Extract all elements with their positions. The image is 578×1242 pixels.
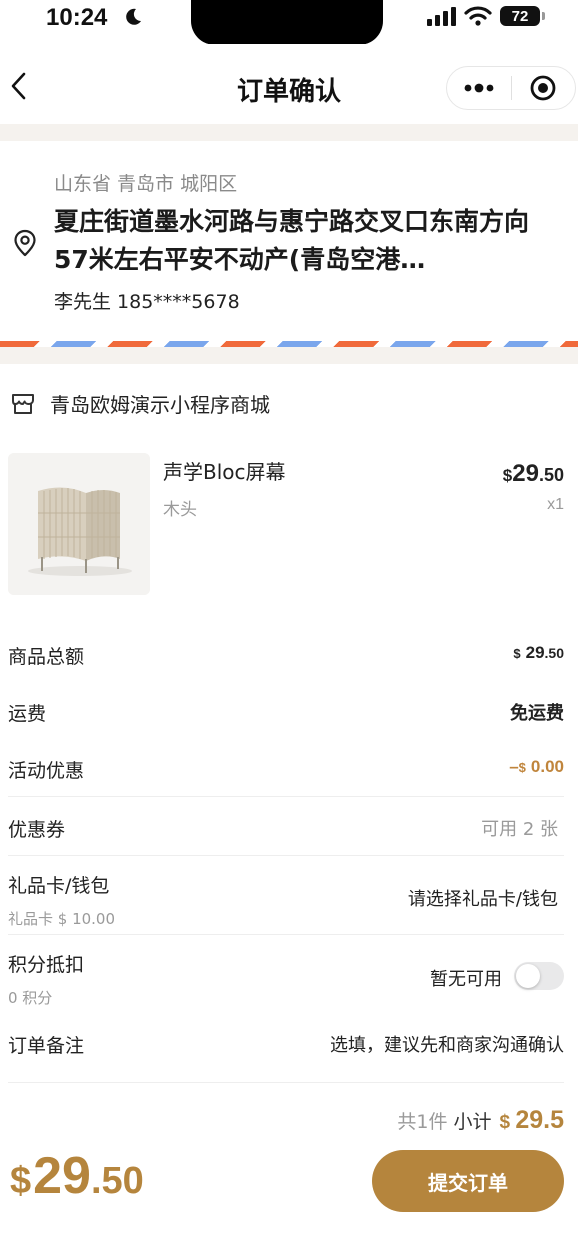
goods-total-label: 商品总额 bbox=[8, 646, 85, 668]
points-label: 积分抵扣 bbox=[8, 954, 85, 976]
dynamic-island bbox=[191, 0, 383, 45]
item-count: 共1件 bbox=[397, 1111, 448, 1133]
product-name: 声学Bloc屏幕 bbox=[163, 460, 286, 484]
battery-icon: 72 bbox=[500, 6, 545, 26]
store-name: 青岛欧姆演示小程序商城 bbox=[50, 393, 270, 417]
nav-bar: 订单确认 bbox=[0, 44, 578, 124]
gift-card-balance: 礼品卡 $ 10.00 bbox=[8, 910, 116, 928]
status-bar: 10:24 72 bbox=[0, 0, 578, 45]
more-dots-icon bbox=[464, 83, 494, 93]
coupon-value: 可用 2 张 bbox=[481, 819, 558, 840]
submit-order-button[interactable]: 提交订单 bbox=[372, 1150, 564, 1212]
status-time: 10:24 bbox=[46, 4, 108, 31]
signal-icon bbox=[427, 7, 456, 26]
total-amount: $29.50 bbox=[10, 1147, 144, 1205]
battery-level: 72 bbox=[511, 7, 529, 25]
remark-row[interactable]: 订单备注 选填，建议先和商家沟通确认 bbox=[8, 1031, 564, 1061]
moon-icon bbox=[126, 8, 141, 25]
product-quantity: x1 bbox=[547, 496, 564, 513]
promotion-value: –$ 0.00 bbox=[509, 757, 564, 776]
subtotal-amount: $ 29.5 bbox=[499, 1106, 564, 1134]
product-price: $29.50 bbox=[502, 460, 564, 487]
subtotal-label: 小计 bbox=[453, 1111, 492, 1133]
divider bbox=[8, 855, 564, 856]
address-region: 山东省 青岛市 城阳区 bbox=[54, 173, 238, 195]
divider bbox=[8, 796, 564, 797]
points-row: 积分抵扣 0 积分 暂无可用 bbox=[8, 950, 564, 1010]
product-image[interactable] bbox=[8, 453, 150, 595]
screen-product-picture bbox=[8, 453, 150, 595]
coupon-label: 优惠券 bbox=[8, 819, 66, 841]
status-indicators: 72 bbox=[426, 6, 545, 26]
remark-label: 订单备注 bbox=[8, 1035, 85, 1057]
divider bbox=[8, 1082, 564, 1083]
shipping-label: 运费 bbox=[8, 703, 47, 725]
airmail-stripe bbox=[0, 341, 578, 347]
location-pin-icon bbox=[14, 229, 36, 257]
product-spec: 木头 bbox=[163, 500, 197, 520]
address-card[interactable]: 山东省 青岛市 城阳区 夏庄街道墨水河路与惠宁路交叉口东南方向57米左右平安不动… bbox=[0, 141, 578, 347]
store-header: 青岛欧姆演示小程序商城 bbox=[10, 389, 270, 418]
remark-input[interactable]: 选填，建议先和商家沟通确认 bbox=[330, 1031, 564, 1057]
divider bbox=[8, 934, 564, 935]
order-confirm-page: 10:24 72 订单确认 山东省 青岛市 城阳区 夏庄街道墨水河路与惠宁路交叉… bbox=[0, 0, 578, 1242]
goods-total-row: 商品总额 $ 29.50 bbox=[8, 642, 564, 672]
gift-card-select: 请选择礼品卡/钱包 bbox=[407, 889, 558, 910]
points-status: 暂无可用 bbox=[430, 969, 502, 990]
gift-card-label: 礼品卡/钱包 bbox=[8, 875, 110, 897]
store-icon bbox=[12, 393, 34, 414]
promotion-label: 活动优惠 bbox=[8, 760, 85, 782]
more-button[interactable] bbox=[447, 66, 511, 110]
promotion-row: 活动优惠 –$ 0.00 bbox=[8, 756, 564, 786]
subtotal: 共1件 小计 $ 29.5 bbox=[397, 1106, 564, 1135]
goods-total-value: $ 29.50 bbox=[513, 643, 564, 662]
close-mini-program-button[interactable] bbox=[512, 66, 576, 110]
gift-card-row[interactable]: 礼品卡/钱包 礼品卡 $ 10.00 请选择礼品卡/钱包 bbox=[8, 871, 564, 931]
shipping-row: 运费 免运费 bbox=[8, 699, 564, 729]
wifi-icon bbox=[464, 6, 492, 26]
target-icon bbox=[530, 75, 556, 101]
mini-program-capsule bbox=[446, 66, 576, 110]
points-balance: 0 积分 bbox=[8, 989, 53, 1007]
points-toggle[interactable] bbox=[514, 962, 564, 990]
address-detail: 夏庄街道墨水河路与惠宁路交叉口东南方向57米左右平安不动产(青岛空港… bbox=[54, 207, 530, 274]
coupon-row[interactable]: 优惠券 可用 2 张 bbox=[8, 815, 564, 845]
toggle-knob bbox=[516, 964, 540, 988]
address-contact: 李先生 185****5678 bbox=[54, 291, 240, 313]
shipping-value: 免运费 bbox=[510, 703, 564, 724]
